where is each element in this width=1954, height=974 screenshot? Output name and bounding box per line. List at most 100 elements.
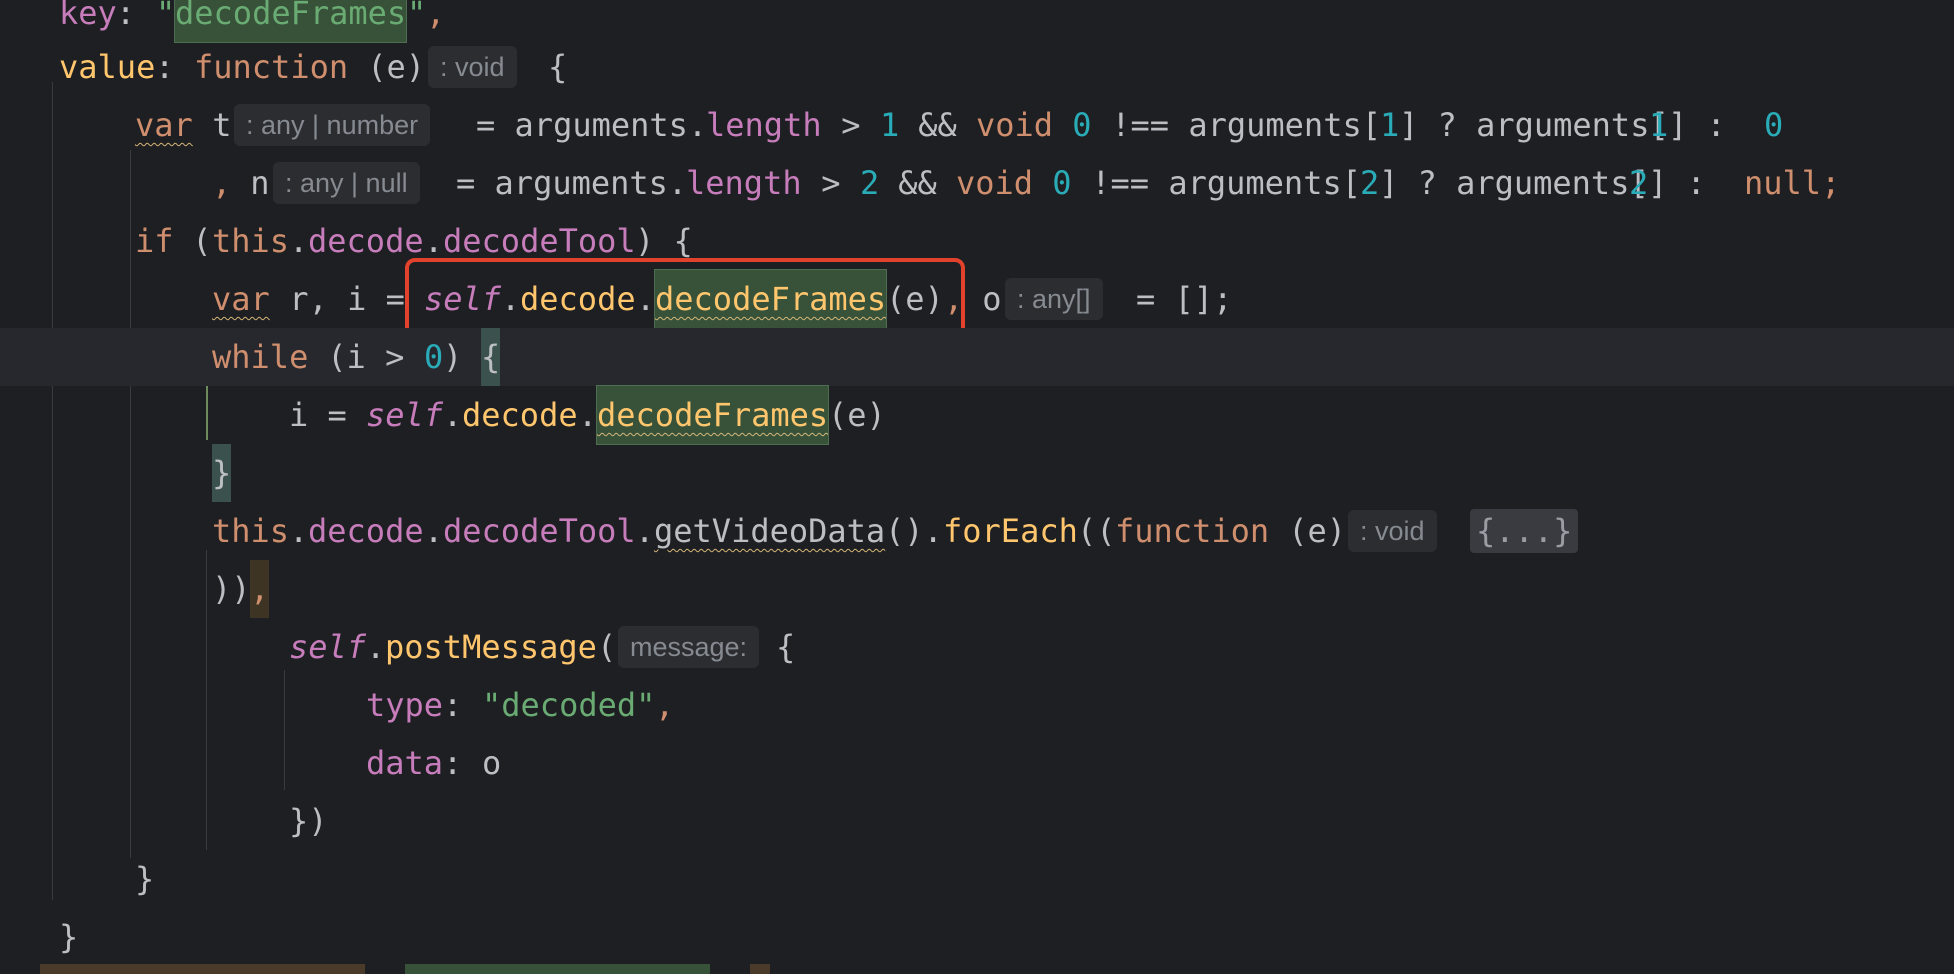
data-key: data bbox=[366, 744, 444, 782]
open-parens: (( bbox=[1077, 512, 1116, 550]
data-value: o bbox=[482, 744, 502, 782]
self-keyword: self bbox=[289, 628, 367, 666]
length-prop: length bbox=[706, 106, 822, 144]
code-line-4[interactable]: if ( this . decode . decodeTool ) { bbox=[0, 212, 1954, 270]
dot: . bbox=[424, 512, 444, 550]
code-line-11[interactable]: self . postMessage ( message: { bbox=[0, 618, 1954, 676]
comma: , bbox=[250, 560, 270, 618]
dot: . bbox=[366, 628, 386, 666]
this-keyword: this bbox=[212, 222, 290, 260]
param-hint: message: bbox=[618, 626, 760, 668]
this-keyword: this bbox=[212, 512, 290, 550]
code-line-8[interactable]: } bbox=[0, 444, 1954, 502]
colon: : bbox=[443, 744, 482, 782]
self-keyword: self bbox=[366, 396, 444, 434]
number: 0 bbox=[1764, 106, 1784, 144]
number: 2 bbox=[860, 164, 880, 202]
getVideoData-call: getVideoData bbox=[654, 512, 886, 550]
code-text: !== arguments[ bbox=[1092, 106, 1381, 144]
comma: , bbox=[212, 164, 232, 202]
var-names: r, i = bbox=[270, 280, 425, 318]
paren: ( bbox=[173, 222, 212, 260]
colon: : bbox=[443, 686, 482, 724]
close-brace: } bbox=[135, 860, 155, 898]
code-text: > bbox=[822, 106, 880, 144]
if-keyword: if bbox=[135, 222, 174, 260]
code-text: > bbox=[802, 164, 860, 202]
folded-code-block[interactable]: {...} bbox=[1470, 509, 1579, 553]
brace: { bbox=[548, 48, 568, 86]
code-editor[interactable]: key : " decodeFrames " , value : functio… bbox=[0, 0, 1954, 974]
type-hint: : any | number bbox=[234, 104, 431, 146]
decode-prop: decode bbox=[308, 512, 424, 550]
void-keyword: void bbox=[976, 106, 1054, 144]
code-line-13[interactable]: data : o bbox=[0, 734, 1954, 792]
decodeFrames-call: decodeFrames bbox=[595, 385, 830, 445]
var-name: n bbox=[231, 164, 270, 202]
partial-highlight bbox=[405, 964, 710, 974]
code-line-6[interactable]: while (i > 0 ) { bbox=[0, 328, 1954, 386]
dot: . bbox=[289, 512, 309, 550]
code-line-3[interactable]: , n : any | null = arguments. length > 2… bbox=[0, 154, 1954, 212]
code-text: ] : bbox=[1668, 106, 1746, 144]
code-line-10[interactable]: )) , bbox=[0, 560, 1954, 618]
open-paren: ( bbox=[597, 628, 617, 666]
type-hint: : any[] bbox=[1005, 278, 1103, 320]
number: 1 bbox=[1380, 106, 1400, 144]
dot: . bbox=[289, 222, 309, 260]
code-text: ] : bbox=[1648, 164, 1726, 202]
key-value-string: decodeFrames bbox=[173, 0, 408, 43]
call-parens: (). bbox=[885, 512, 943, 550]
var-keyword: var bbox=[135, 106, 193, 144]
value-label: value bbox=[59, 48, 156, 86]
code-line-5[interactable]: var r, i = self . decode . decodeFrames … bbox=[0, 269, 1954, 329]
null-keyword: null; bbox=[1744, 164, 1841, 202]
partial-highlight bbox=[40, 964, 365, 974]
code-line-2[interactable]: var t : any | number = arguments. length… bbox=[0, 96, 1954, 154]
number: 2 bbox=[1360, 164, 1380, 202]
length-prop: length bbox=[686, 164, 802, 202]
code-line-15[interactable]: } bbox=[0, 850, 1954, 908]
code-line-12[interactable]: type : "decoded" , bbox=[0, 676, 1954, 734]
comma: , bbox=[426, 0, 446, 32]
code-text: !== arguments[ bbox=[1072, 164, 1361, 202]
code-line-1[interactable]: value : function (e) : void { bbox=[0, 38, 1954, 96]
while-keyword: while bbox=[212, 338, 309, 376]
code-line-0[interactable]: key : " decodeFrames " , bbox=[0, 0, 1954, 43]
close-brace-paren: }) bbox=[289, 802, 328, 840]
code-line-9[interactable]: this . decode . decodeTool . getVideoDat… bbox=[0, 502, 1954, 560]
type-hint: : void bbox=[1348, 510, 1437, 552]
var-keyword: var bbox=[212, 280, 270, 318]
number: 0 bbox=[1033, 164, 1072, 202]
params: (e) bbox=[1269, 512, 1347, 550]
code-text: = []; bbox=[1136, 280, 1233, 318]
code-text: ] ? arguments[ bbox=[1399, 106, 1669, 144]
type-hint: : void bbox=[428, 46, 517, 88]
partial-highlight bbox=[750, 964, 770, 974]
code-text: = arguments. bbox=[476, 106, 708, 144]
number: 0 bbox=[1053, 106, 1092, 144]
dot: . bbox=[443, 396, 463, 434]
void-keyword: void bbox=[956, 164, 1034, 202]
number: 0 bbox=[424, 338, 444, 376]
brace: { bbox=[776, 628, 796, 666]
number: 1 bbox=[1649, 106, 1669, 144]
type-hint: : any | null bbox=[273, 162, 420, 204]
colon: : bbox=[116, 0, 155, 32]
args: (e) bbox=[828, 396, 886, 434]
code-line-7[interactable]: i = self . decode . decodeFrames (e) bbox=[0, 385, 1954, 445]
var-name: o bbox=[963, 280, 1002, 318]
quote: " bbox=[156, 0, 176, 32]
quote: " bbox=[407, 0, 427, 32]
code-text: ] ? arguments[ bbox=[1379, 164, 1649, 202]
code-line-16[interactable]: } bbox=[0, 908, 1954, 966]
number: 1 bbox=[880, 106, 900, 144]
type-value: "decoded" bbox=[482, 686, 656, 724]
matched-brace: { bbox=[481, 328, 501, 386]
code-line-14[interactable]: }) bbox=[0, 792, 1954, 850]
colon: : bbox=[155, 48, 194, 86]
decodeTool-prop: decodeTool bbox=[443, 512, 636, 550]
params: (e) bbox=[348, 48, 426, 86]
comma: , bbox=[655, 686, 675, 724]
var-name: t bbox=[193, 106, 232, 144]
